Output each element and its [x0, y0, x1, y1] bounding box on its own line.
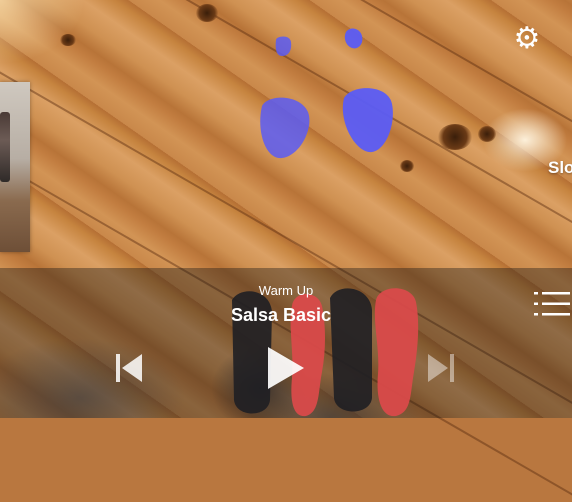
- lesson-title: Salsa Basic: [0, 305, 562, 326]
- section-subtitle: Warm Up: [0, 283, 572, 298]
- skip-previous-icon[interactable]: [114, 352, 144, 384]
- skip-next-icon[interactable]: [426, 352, 456, 384]
- list-icon[interactable]: [534, 290, 570, 318]
- play-icon[interactable]: [266, 345, 306, 391]
